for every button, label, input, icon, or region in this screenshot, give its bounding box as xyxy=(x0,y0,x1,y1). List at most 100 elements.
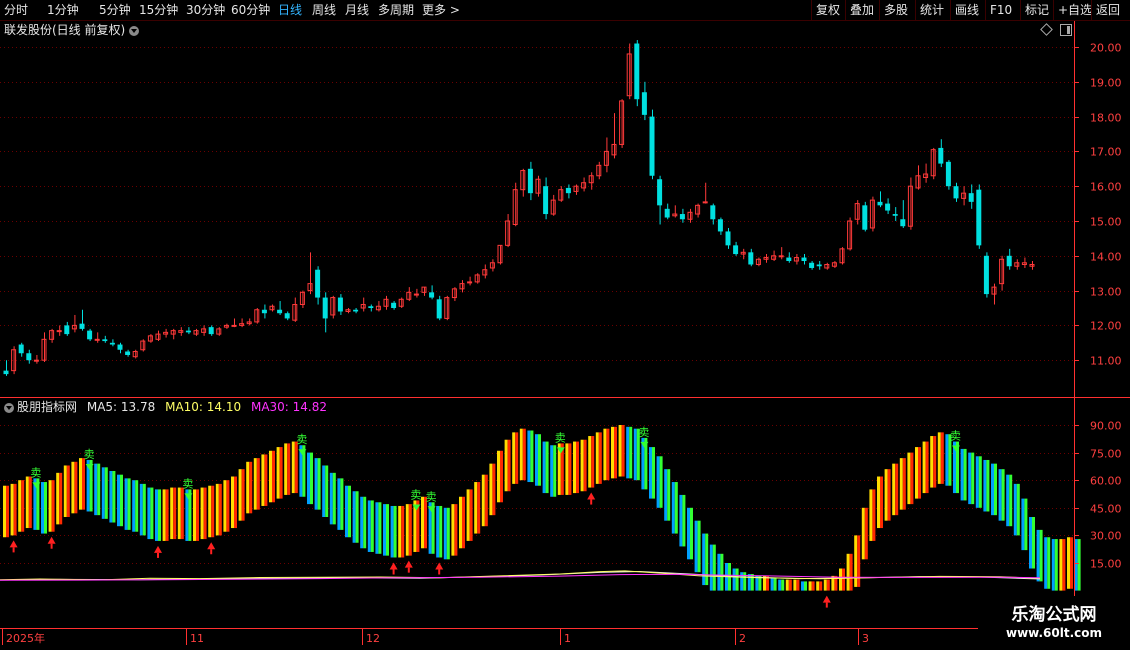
tab-15min[interactable]: 15分钟 xyxy=(139,1,178,19)
indicator-bar xyxy=(337,478,341,530)
indicator-tick-label: 75.00 xyxy=(1090,448,1122,461)
indicator-bar xyxy=(591,436,595,488)
statistics-button[interactable]: 统计 xyxy=(915,0,948,20)
indicator-bar xyxy=(314,458,318,510)
indicator-bar xyxy=(454,504,458,556)
candle-body xyxy=(117,344,123,350)
indicator-bar xyxy=(1024,498,1028,551)
indicator-bar xyxy=(370,500,374,552)
indicator-bar xyxy=(702,533,706,586)
f10-button[interactable]: F10 xyxy=(985,0,1016,20)
indicator-bar xyxy=(709,544,713,591)
indicator-bar xyxy=(773,577,777,591)
indicator-bar xyxy=(1054,539,1058,591)
indicator-bar xyxy=(626,426,630,479)
ma5-value: MA5: 13.78 xyxy=(86,400,156,414)
indicator-bar xyxy=(294,441,298,494)
tab-60min[interactable]: 60分钟 xyxy=(231,1,270,19)
indicator-bar xyxy=(826,579,830,591)
indicator-bar xyxy=(390,505,394,558)
indicator-bar xyxy=(25,476,29,529)
indicator-bar xyxy=(633,428,637,481)
back-button[interactable]: 返回 xyxy=(1091,0,1124,20)
indicator-bar xyxy=(598,432,602,484)
indicator-bar xyxy=(474,482,478,534)
tab-5min[interactable]: 5分钟 xyxy=(99,1,131,19)
candle-body xyxy=(56,330,62,333)
draw-line-button[interactable]: 画线 xyxy=(950,0,983,20)
tab-monthly[interactable]: 月线 xyxy=(345,1,369,19)
indicator-series[interactable] xyxy=(3,425,1081,591)
indicator-bar xyxy=(864,507,868,560)
indicator-bar xyxy=(854,535,858,587)
indicator-bar xyxy=(895,463,899,516)
indicator-bar xyxy=(679,494,683,547)
indicator-bar xyxy=(747,574,751,591)
indicator-dropdown-icon[interactable] xyxy=(4,402,14,413)
indicator-bar xyxy=(884,469,888,521)
indicator-bar xyxy=(325,465,329,517)
indicator-bar xyxy=(74,461,78,514)
indicator-bar xyxy=(196,489,199,541)
tab-1min[interactable]: 1分钟 xyxy=(47,1,79,19)
indicator-bar xyxy=(142,483,146,536)
candle-body xyxy=(953,186,959,199)
multi-stock-button[interactable]: 多股 xyxy=(879,0,912,20)
sell-signal-label: 卖 xyxy=(950,430,961,443)
overlay-button[interactable]: 叠加 xyxy=(845,0,878,20)
restore-rights-button[interactable]: 复权 xyxy=(811,0,844,20)
indicator-bar xyxy=(10,483,14,536)
indicator-bar xyxy=(332,472,336,525)
indicator-bar xyxy=(120,474,123,527)
candle-body xyxy=(543,186,549,215)
indicator-bar xyxy=(507,439,511,492)
indicator-bar xyxy=(614,426,617,479)
indicator-bar xyxy=(991,463,994,516)
indicator-bar xyxy=(839,568,842,591)
tab-multi-period[interactable]: 多周期 xyxy=(378,1,414,19)
indicator-bar xyxy=(902,458,906,510)
candle-body xyxy=(3,370,9,375)
mark-button[interactable]: 标记 xyxy=(1020,0,1053,20)
indicator-bar xyxy=(82,458,85,510)
candle-body xyxy=(391,302,397,308)
indicator-bar xyxy=(127,478,131,530)
indicator-bar xyxy=(793,579,797,591)
tab-30min[interactable]: 30分钟 xyxy=(186,1,225,19)
indicator-bar xyxy=(59,472,63,525)
candle-body xyxy=(983,255,989,295)
indicator-bar xyxy=(649,447,652,499)
tab-daily[interactable]: 日线 xyxy=(278,1,302,19)
tab-fenshi[interactable]: 分时 xyxy=(4,1,28,19)
indicator-bar xyxy=(611,426,614,479)
candlestick-series[interactable] xyxy=(3,40,1035,376)
indicator-bar xyxy=(238,469,242,521)
indicator-bar xyxy=(690,507,693,560)
add-watchlist-button[interactable]: +自选 xyxy=(1053,0,1096,20)
candle-body xyxy=(679,214,685,220)
dropdown-icon[interactable] xyxy=(129,25,140,36)
candle-body xyxy=(368,306,374,308)
indicator-bar xyxy=(155,489,158,541)
candle-body xyxy=(710,205,716,220)
indicator-name[interactable]: 股朋指标网 xyxy=(17,400,77,414)
price-tick-label: 19.00 xyxy=(1090,77,1122,90)
indicator-bar xyxy=(656,456,660,508)
indicator-bar xyxy=(568,443,572,495)
candle-body xyxy=(527,168,533,194)
candle-body xyxy=(109,342,115,345)
buy-arrow-icon xyxy=(404,560,413,568)
indicator-bar xyxy=(193,489,196,541)
panel-toggle-icon[interactable] xyxy=(1060,24,1072,36)
indicator-bar xyxy=(28,476,32,529)
indicator-bar xyxy=(492,463,496,516)
indicator-bar xyxy=(983,459,987,512)
tab-weekly[interactable]: 周线 xyxy=(312,1,336,19)
indicator-bar xyxy=(659,456,663,508)
tab-more[interactable]: 更多 > xyxy=(422,1,460,19)
indicator-tick-label: 90.00 xyxy=(1090,420,1122,433)
candle-body xyxy=(702,201,708,204)
indicator-bar xyxy=(1009,474,1013,527)
indicator-bar xyxy=(1039,529,1043,582)
indicator-bar xyxy=(481,474,485,527)
